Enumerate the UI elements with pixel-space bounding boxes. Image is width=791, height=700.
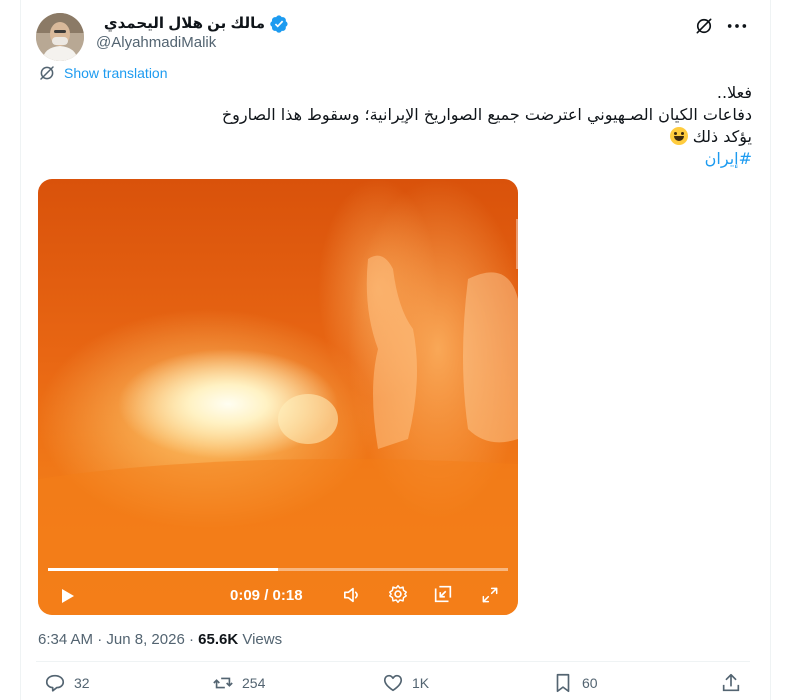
- tweet-text-line-1: فعلا..: [716, 83, 752, 102]
- video-player[interactable]: 0:09 / 0:18: [38, 179, 518, 615]
- frame-border-left: [20, 0, 21, 700]
- video-progress-fill: [48, 568, 278, 571]
- like-count: 1K: [412, 675, 430, 691]
- bookmark-count: 60: [582, 675, 598, 691]
- avatar[interactable]: [36, 13, 84, 61]
- tweet-text-line-3: يؤكد ذلك: [40, 126, 752, 148]
- video-frame: [38, 219, 518, 615]
- video-progress-bar[interactable]: [48, 568, 508, 571]
- reply-count: 32: [74, 675, 90, 691]
- divider: [36, 661, 750, 662]
- share-icon: [722, 673, 740, 692]
- frame-border-right: [770, 0, 771, 700]
- fullscreen-icon[interactable]: [480, 585, 500, 605]
- views-label: Views: [242, 631, 283, 648]
- tweet-date[interactable]: Jun 8, 2026: [106, 631, 184, 648]
- tweet-time[interactable]: 6:34 AM: [38, 631, 93, 648]
- bookmark-icon: [556, 673, 570, 693]
- show-translation-label: Show translation: [64, 65, 168, 81]
- meta-separator: ·: [97, 631, 103, 648]
- settings-gear-icon[interactable]: [387, 583, 409, 605]
- author-handle[interactable]: @AlyahmadiMalik: [96, 34, 216, 51]
- hashtag-row: #إيران: [40, 148, 752, 170]
- picture-in-picture-icon[interactable]: [432, 583, 454, 605]
- repost-button[interactable]: 254: [212, 672, 265, 694]
- video-time: 0:09 / 0:18: [230, 587, 303, 604]
- hashtag-link[interactable]: #إيران: [705, 149, 752, 168]
- grinning-face-icon: [669, 127, 688, 145]
- volume-icon[interactable]: [342, 585, 364, 605]
- verified-badge-icon: [270, 15, 288, 33]
- reply-icon: [45, 674, 65, 692]
- avatar-photo: [36, 13, 84, 61]
- meta-separator: ·: [188, 631, 194, 648]
- share-button[interactable]: [720, 672, 742, 694]
- tweet-meta: 6:34 AM · Jun 8, 2026 · 65.6K Views: [38, 631, 282, 648]
- heart-icon: [383, 674, 403, 692]
- play-icon[interactable]: [58, 587, 76, 605]
- reply-button[interactable]: 32: [44, 672, 90, 694]
- bookmark-button[interactable]: 60: [552, 672, 598, 694]
- repost-icon: [213, 677, 233, 689]
- like-button[interactable]: 1K: [382, 672, 429, 694]
- show-translation-link[interactable]: Show translation: [38, 64, 168, 82]
- tweet-text-line-3-text: يؤكد ذلك: [692, 127, 752, 146]
- translate-icon: [40, 66, 54, 80]
- tweet-text-line-2: دفاعات الكيان الصـهيوني اعترضت جميع الصو…: [221, 105, 752, 124]
- grok-icon[interactable]: [694, 16, 714, 36]
- views-count: 65.6K: [198, 631, 239, 648]
- repost-count: 254: [242, 675, 266, 691]
- more-options-icon[interactable]: [726, 16, 748, 36]
- author-name[interactable]: مالك بن هلال اليحمدي: [104, 14, 265, 32]
